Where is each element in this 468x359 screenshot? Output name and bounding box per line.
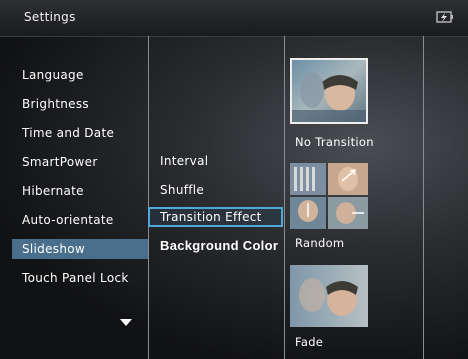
menu-item-hibernate[interactable]: Hibernate	[12, 181, 146, 201]
photo-thumbnail-icon[interactable]	[290, 58, 368, 124]
option-transition-effect[interactable]: Transition Effect	[148, 207, 283, 227]
option-interval[interactable]: Interval	[152, 151, 282, 171]
menu-item-smartpower[interactable]: SmartPower	[12, 152, 146, 172]
title-bar: Settings	[0, 0, 468, 37]
fade-thumbnail-icon[interactable]	[290, 265, 368, 331]
column-divider	[284, 36, 285, 359]
transition-label-random: Random	[295, 236, 345, 250]
battery-charging-icon	[436, 11, 453, 23]
triangle-down-icon[interactable]	[120, 319, 132, 326]
transition-label-fade: Fade	[295, 335, 324, 349]
random-collage-thumbnail-icon[interactable]	[290, 163, 368, 229]
menu-item-time-and-date[interactable]: Time and Date	[12, 123, 146, 143]
menu-item-language[interactable]: Language	[12, 65, 146, 85]
column-divider	[423, 36, 424, 359]
option-background-color[interactable]: Background Color	[152, 236, 282, 256]
column-divider	[148, 36, 149, 359]
transition-label-no-transition: No Transition	[295, 135, 374, 149]
menu-item-brightness[interactable]: Brightness	[12, 94, 146, 114]
menu-item-slideshow[interactable]: Slideshow	[12, 239, 148, 259]
option-shuffle[interactable]: Shuffle	[152, 180, 282, 200]
settings-screen: Settings Language Brightness Time and Da…	[0, 0, 468, 359]
menu-item-touch-panel-lock[interactable]: Touch Panel Lock	[12, 268, 146, 288]
menu-item-auto-orientate[interactable]: Auto-orientate	[12, 210, 146, 230]
page-title: Settings	[24, 10, 76, 24]
